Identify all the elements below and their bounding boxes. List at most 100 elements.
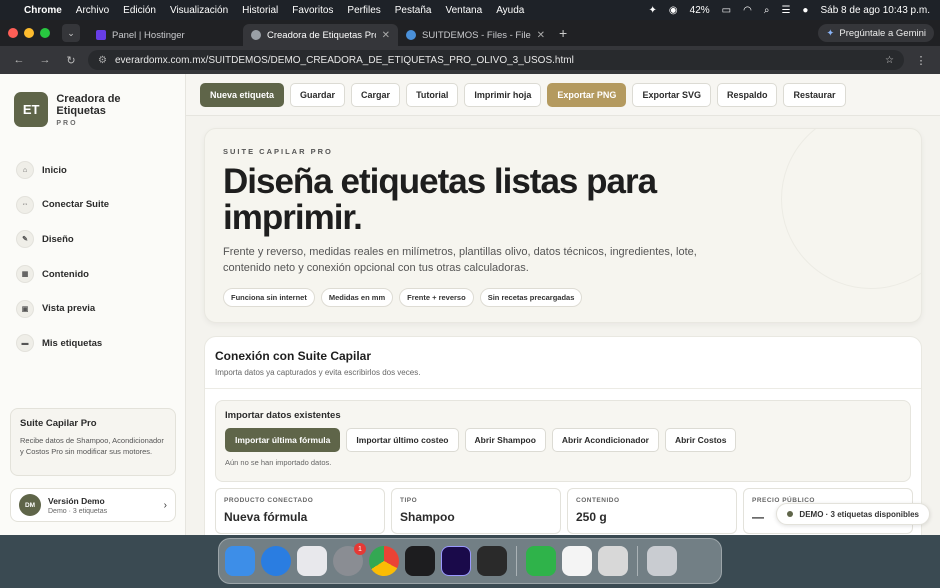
import-title: Importar datos existentes bbox=[225, 410, 341, 421]
tab-title: SUITDEMOS - Files - File Bro bbox=[422, 29, 531, 41]
menu-ventana[interactable]: Ventana bbox=[445, 5, 482, 16]
trash-icon[interactable] bbox=[647, 546, 677, 576]
tutorial-button[interactable]: Tutorial bbox=[406, 82, 459, 107]
macos-menubar: Chrome Archivo Edición Visualización His… bbox=[0, 0, 940, 20]
menu-app-name[interactable]: Chrome bbox=[24, 5, 62, 16]
close-tab-icon[interactable]: ✕ bbox=[382, 30, 390, 41]
demo-version-card[interactable]: DM Versión Demo Demo · 3 etiquetas › bbox=[10, 488, 176, 522]
abrir-costos-button[interactable]: Abrir Costos bbox=[664, 428, 737, 452]
tab-bar: ⌄ Panel | Hostinger Creadora de Etiqueta… bbox=[0, 20, 940, 46]
dock-separator bbox=[637, 546, 638, 576]
sidebar-item-vista-previa[interactable]: ▣ Vista previa bbox=[0, 291, 185, 326]
cube-app-icon[interactable] bbox=[477, 546, 507, 576]
terminal-icon[interactable] bbox=[405, 546, 435, 576]
suite-info-card: Suite Capilar Pro Recibe datos de Shampo… bbox=[10, 408, 176, 476]
main-content: Nueva etiqueta Guardar Cargar Tutorial I… bbox=[186, 74, 940, 535]
app-logo: ET bbox=[14, 92, 49, 127]
status-icon[interactable]: ◉ bbox=[669, 5, 678, 16]
window-controls bbox=[8, 28, 50, 38]
calculator-icon[interactable] bbox=[598, 546, 628, 576]
importar-ultima-formula-button[interactable]: Importar última fórmula bbox=[225, 428, 341, 452]
file-browser-favicon bbox=[406, 30, 416, 40]
field-value: Shampoo bbox=[400, 510, 455, 524]
macos-dock: 1 bbox=[218, 538, 722, 584]
tab-suitdemos-files[interactable]: SUITDEMOS - Files - File Bro ✕ bbox=[398, 24, 553, 46]
dock-separator bbox=[516, 546, 517, 576]
labels-icon: ▬ bbox=[16, 334, 34, 353]
menu-favoritos[interactable]: Favoritos bbox=[292, 5, 333, 16]
menu-pestana[interactable]: Pestaña bbox=[395, 5, 432, 16]
tab-title: Creadora de Etiquetas Pro - S bbox=[267, 29, 376, 41]
chrome-icon[interactable] bbox=[369, 546, 399, 576]
abrir-acondicionador-button[interactable]: Abrir Acondicionador bbox=[551, 428, 659, 452]
content-icon: ▦ bbox=[16, 265, 34, 284]
minimize-window-button[interactable] bbox=[24, 28, 34, 38]
settings-icon[interactable]: 1 bbox=[333, 543, 366, 576]
battery-icon[interactable]: ▭ bbox=[722, 5, 731, 16]
zoom-window-button[interactable] bbox=[40, 28, 50, 38]
menu-ayuda[interactable]: Ayuda bbox=[496, 5, 524, 16]
siri-icon[interactable]: ● bbox=[802, 5, 808, 16]
link-icon: ⇔ bbox=[16, 195, 34, 214]
close-window-button[interactable] bbox=[8, 28, 18, 38]
importar-ultimo-costeo-button[interactable]: Importar último costeo bbox=[346, 428, 459, 452]
close-tab-icon[interactable]: ✕ bbox=[537, 30, 545, 41]
site-info-icon[interactable]: ⚙ bbox=[98, 55, 107, 66]
spotlight-icon[interactable]: ⌕ bbox=[764, 5, 770, 16]
tab-hostinger[interactable]: Panel | Hostinger bbox=[88, 24, 243, 46]
reload-icon[interactable]: ↻ bbox=[62, 54, 80, 67]
nueva-etiqueta-button[interactable]: Nueva etiqueta bbox=[200, 82, 285, 107]
new-tab-button[interactable]: + bbox=[559, 25, 567, 41]
guardar-button[interactable]: Guardar bbox=[290, 82, 346, 107]
sidebar-item-contenido[interactable]: ▦ Contenido bbox=[0, 257, 185, 292]
bookmark-star-icon[interactable]: ☆ bbox=[885, 55, 894, 66]
field-label: TIPO bbox=[400, 497, 418, 504]
exportar-svg-button[interactable]: Exportar SVG bbox=[632, 82, 711, 107]
connection-header: Conexión con Suite Capilar Importa datos… bbox=[205, 337, 921, 389]
sparkle-icon[interactable]: ✦ bbox=[649, 5, 657, 16]
numbers-icon[interactable] bbox=[526, 546, 556, 576]
cargar-button[interactable]: Cargar bbox=[351, 82, 401, 107]
brush-icon: ✎ bbox=[16, 230, 34, 249]
tab-title: Panel | Hostinger bbox=[112, 29, 185, 41]
wifi-icon[interactable]: ◠ bbox=[743, 5, 752, 16]
demo-subtitle: Demo · 3 etiquetas bbox=[48, 507, 108, 515]
battery-percent: 42% bbox=[689, 4, 710, 16]
menu-visualizacion[interactable]: Visualización bbox=[170, 5, 228, 16]
sidebar-item-conectar-suite[interactable]: ⇔ Conectar Suite bbox=[0, 188, 185, 223]
sidebar-item-diseno[interactable]: ✎ Diseño bbox=[0, 222, 185, 257]
browser-menu-icon[interactable]: ⋮ bbox=[912, 54, 930, 67]
gemini-button[interactable]: ✦ Pregúntale a Gemini bbox=[818, 24, 934, 42]
menu-historial[interactable]: Historial bbox=[242, 5, 278, 16]
back-icon[interactable]: ← bbox=[10, 54, 28, 66]
app-root: ET Creadora de Etiquetas PRO ⌂ Inicio ⇔ … bbox=[0, 74, 940, 535]
notification-badge: 1 bbox=[354, 543, 366, 555]
control-center-icon[interactable]: ☰ bbox=[781, 5, 790, 16]
menu-archivo[interactable]: Archivo bbox=[76, 5, 109, 16]
premiere-icon[interactable] bbox=[441, 546, 471, 576]
menu-edicion[interactable]: Edición bbox=[123, 5, 156, 16]
respaldo-button[interactable]: Respaldo bbox=[716, 82, 778, 107]
finder-icon[interactable] bbox=[225, 546, 255, 576]
app-subtitle: PRO bbox=[56, 119, 78, 127]
menu-perfiles[interactable]: Perfiles bbox=[347, 5, 380, 16]
launchpad-icon[interactable] bbox=[297, 546, 327, 576]
gemini-label: Pregúntale a Gemini bbox=[839, 27, 926, 39]
sidebar-item-label: Vista previa bbox=[42, 303, 96, 315]
demo-title: Versión Demo bbox=[48, 495, 105, 506]
tab-search-icon[interactable]: ⌄ bbox=[62, 24, 80, 42]
exportar-png-button[interactable]: Exportar PNG bbox=[547, 82, 627, 107]
forward-icon[interactable]: → bbox=[36, 54, 54, 66]
sidebar-item-mis-etiquetas[interactable]: ▬ Mis etiquetas bbox=[0, 326, 185, 361]
imprimir-hoja-button[interactable]: Imprimir hoja bbox=[464, 82, 542, 107]
tab-creadora-etiquetas[interactable]: Creadora de Etiquetas Pro - S ✕ bbox=[243, 24, 398, 46]
safari-icon[interactable] bbox=[261, 546, 291, 576]
url-field[interactable]: ⚙ everardomx.com.mx/SUITDEMOS/DEMO_CREAD… bbox=[88, 50, 904, 70]
status-dot-icon bbox=[787, 511, 794, 517]
abrir-shampoo-button[interactable]: Abrir Shampoo bbox=[464, 428, 546, 452]
import-status-text: Aún no se han importado datos. bbox=[225, 458, 332, 467]
sidebar-item-label: Diseño bbox=[42, 233, 74, 245]
sidebar-item-inicio[interactable]: ⌂ Inicio bbox=[0, 153, 185, 188]
notes-icon[interactable] bbox=[562, 546, 592, 576]
restaurar-button[interactable]: Restaurar bbox=[783, 82, 846, 107]
